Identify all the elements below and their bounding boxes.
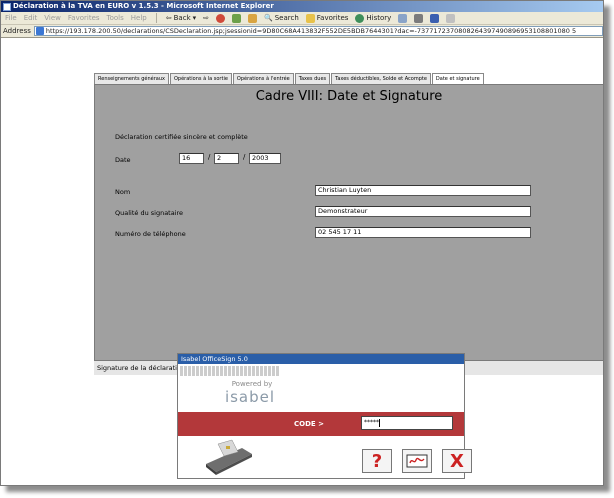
word-icon	[430, 13, 440, 23]
date-day-field[interactable]: 16	[179, 153, 204, 164]
code-label: CODE >	[294, 420, 324, 428]
cancel-button[interactable]: X	[442, 449, 472, 473]
menu-tools[interactable]: Tools	[107, 14, 124, 22]
sign-button[interactable]	[402, 449, 432, 473]
back-arrow-icon: ⇦	[165, 14, 172, 22]
favorites-label: Favorites	[316, 14, 349, 22]
tab-taxes-dues[interactable]: Taxes dues	[294, 73, 331, 84]
menu-favorites[interactable]: Favorites	[68, 14, 100, 22]
card-reader-icon	[206, 439, 252, 475]
back-label: Back	[173, 14, 191, 22]
refresh-button[interactable]	[232, 13, 242, 23]
title-bar: Déclaration à la TVA en EURO v 1.5.3 - M…	[1, 1, 603, 12]
tab-taxes-deductibles[interactable]: Taxes déductibles, Solde et Acompte	[331, 73, 431, 84]
menu-bar: File Edit View Favorites Tools Help ⇦ Ba…	[1, 12, 603, 25]
mail-icon	[398, 13, 408, 23]
menu-edit[interactable]: Edit	[24, 14, 38, 22]
progress-bar	[180, 366, 280, 376]
dropdown-arrow-icon: ▾	[192, 14, 197, 22]
date-month-field[interactable]: 2	[214, 153, 239, 164]
search-icon: 🔍	[264, 14, 273, 22]
window-title: Déclaration à la TVA en EURO v 1.5.3 - M…	[13, 2, 274, 10]
search-button[interactable]: 🔍 Search	[264, 14, 299, 22]
dialog-title: Isabel OfficeSign 5.0	[178, 354, 464, 364]
date-separator: /	[243, 153, 246, 161]
signature-icon	[406, 454, 428, 468]
discuss-icon	[446, 13, 456, 23]
question-icon: ?	[371, 450, 383, 472]
phone-label: Numéro de téléphone	[115, 230, 186, 238]
date-separator: /	[208, 153, 211, 161]
tab-operations-sortie[interactable]: Opérations à la sortie	[170, 73, 232, 84]
toolbar-separator	[155, 13, 157, 23]
print-icon	[414, 13, 424, 23]
forward-button[interactable]: ⇨	[203, 14, 209, 22]
history-button[interactable]: History	[355, 13, 392, 23]
code-value: *****	[364, 419, 379, 426]
officesign-dialog: Isabel OfficeSign 5.0 Powered by isabel …	[177, 353, 472, 479]
date-label: Date	[115, 156, 131, 164]
certified-text: Déclaration certifiée sincère et complèt…	[115, 133, 248, 141]
tab-operations-entree[interactable]: Opérations à l'entrée	[232, 73, 294, 84]
edit-word-button[interactable]	[430, 13, 440, 23]
favorites-button[interactable]: Favorites	[305, 13, 349, 23]
discuss-button[interactable]	[446, 13, 456, 23]
tab-strip: Renseignements généraux Opérations à la …	[94, 73, 485, 84]
stop-button[interactable]	[216, 13, 226, 23]
history-icon	[355, 13, 365, 23]
address-label: Address	[3, 27, 31, 35]
quality-field[interactable]: Demonstrateur	[315, 206, 531, 217]
back-button[interactable]: ⇦ Back ▾	[166, 14, 196, 22]
name-field[interactable]: Christian Luyten	[315, 185, 531, 196]
address-bar: Address https://193.178.200.50/declarati…	[1, 25, 603, 38]
phone-field[interactable]: 02 545 17 11	[315, 227, 531, 238]
search-label: Search	[274, 14, 299, 22]
name-label: Nom	[115, 188, 131, 196]
text-caret	[379, 418, 380, 427]
form-panel: Cadre VIII: Date et Signature Déclaratio…	[94, 84, 603, 361]
powered-by-text: Powered by	[231, 380, 273, 388]
refresh-icon	[232, 13, 242, 23]
home-button[interactable]	[248, 13, 258, 23]
isabel-logo: isabel	[224, 388, 276, 406]
favorites-icon	[305, 13, 315, 23]
print-button[interactable]	[414, 13, 424, 23]
browser-window: Déclaration à la TVA en EURO v 1.5.3 - M…	[0, 0, 604, 486]
panel-title: Cadre VIII: Date et Signature	[255, 89, 443, 104]
history-label: History	[366, 14, 392, 22]
forward-arrow-icon: ⇨	[203, 14, 210, 22]
help-button[interactable]: ?	[362, 449, 392, 473]
tab-renseignements-generaux[interactable]: Renseignements généraux	[94, 73, 169, 84]
page-icon	[35, 27, 44, 35]
quality-label: Qualité du signataire	[115, 209, 184, 217]
tab-date-signature[interactable]: Date et signature	[431, 73, 484, 84]
menu-view[interactable]: View	[44, 14, 61, 22]
stop-icon	[216, 13, 226, 23]
mail-button[interactable]	[398, 13, 408, 23]
cancel-icon: X	[450, 450, 464, 472]
menu-help[interactable]: Help	[131, 14, 147, 22]
code-input[interactable]: *****	[361, 416, 453, 430]
home-icon	[248, 13, 258, 23]
date-year-field[interactable]: 2003	[249, 153, 281, 164]
address-input[interactable]: https://193.178.200.50/declarations/CSDe…	[33, 26, 603, 36]
menu-file[interactable]: File	[5, 14, 17, 22]
ie-page-icon	[3, 2, 11, 11]
address-url: https://193.178.200.50/declarations/CSDe…	[45, 27, 577, 35]
